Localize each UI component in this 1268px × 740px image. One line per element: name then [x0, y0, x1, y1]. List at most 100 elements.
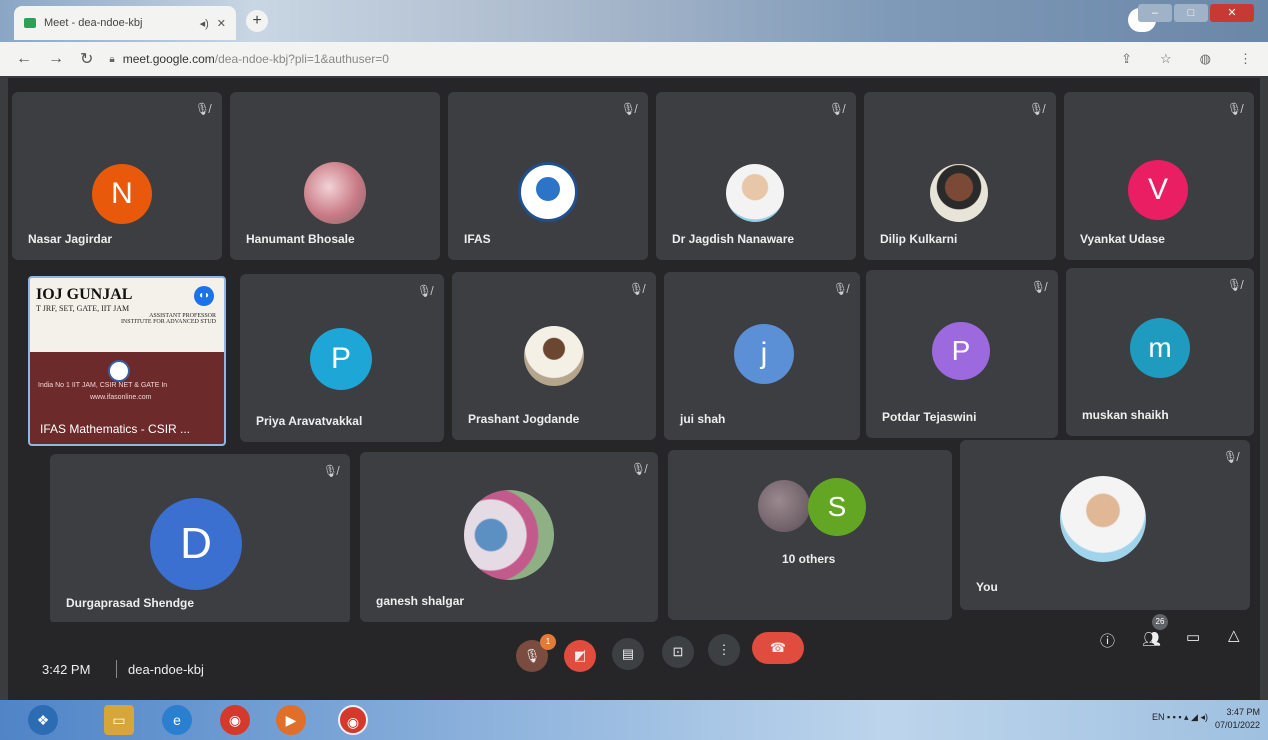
- address-bar: ← → ↻ 🔒︎ meet.google.com/dea-ndoe-kbj?pl…: [0, 42, 1268, 76]
- mic-off-icon: 🎙︎̸: [1030, 280, 1046, 294]
- more-menu-icon[interactable]: ⋮: [1239, 51, 1252, 67]
- participant-tile[interactable]: 🎙︎̸ ganesh shalgar: [360, 452, 658, 622]
- participant-name: Prashant Jogdande: [468, 412, 580, 426]
- ifas-logo-avatar: [518, 162, 578, 222]
- participant-name: Hanumant Bhosale: [246, 232, 355, 246]
- presentation-tile[interactable]: IOJ GUNJAL T JRF, SET, GATE, IIT JAM ASS…: [28, 276, 226, 446]
- avatar: P: [932, 322, 990, 380]
- mic-off-icon: 🎙︎̸: [416, 284, 432, 298]
- participant-tile[interactable]: 🎙︎̸ Dilip Kulkarni: [864, 92, 1056, 260]
- close-window-button[interactable]: ✕: [1210, 4, 1254, 22]
- others-tile[interactable]: S 10 others: [668, 450, 952, 620]
- slide-band: India No 1 IIT JAM, CSIR NET & GATE In w…: [30, 352, 224, 444]
- reload-icon[interactable]: ↻: [80, 49, 93, 69]
- participant-tile[interactable]: 🎙︎̸ j jui shah: [664, 272, 860, 440]
- clock-time: 3:47 PM: [1226, 707, 1260, 717]
- chrome-active-icon[interactable]: ◉: [338, 705, 368, 735]
- participant-tile[interactable]: 🎙︎̸ P Priya Aravatvakkal: [240, 274, 444, 442]
- mic-off-icon: 🎙︎̸: [1028, 102, 1044, 116]
- mic-off-icon: 🎙︎̸: [630, 462, 646, 476]
- avatar: [524, 326, 584, 386]
- participant-tile[interactable]: 🎙︎̸ Dr Jagdish Nanaware: [656, 92, 856, 260]
- presentation-caption: IFAS Mathematics - CSIR ...: [40, 422, 191, 436]
- people-icon[interactable]: 👥︎: [1142, 630, 1161, 648]
- file-explorer-icon[interactable]: ▭: [104, 705, 134, 735]
- bookmark-star-icon[interactable]: ☆: [1160, 51, 1172, 67]
- participant-name: jui shah: [680, 412, 726, 426]
- chrome-icon[interactable]: ◉: [220, 705, 250, 735]
- tab-title: Meet - dea-ndoe-kbj: [44, 17, 143, 29]
- activities-icon[interactable]: △: [1228, 626, 1240, 644]
- captions-button[interactable]: ▤: [612, 638, 644, 670]
- back-arrow-icon[interactable]: ←: [16, 50, 32, 68]
- participant-name: Durgaprasad Shendge: [66, 596, 195, 610]
- meeting-code: dea-ndoe-kbj: [128, 662, 204, 677]
- slide-band-line1: India No 1 IIT JAM, CSIR NET & GATE In: [38, 382, 168, 389]
- avatar: N: [92, 164, 152, 224]
- camera-off-button[interactable]: ◩̸: [564, 640, 596, 672]
- participant-name: Potdar Tejaswini: [882, 410, 977, 424]
- participant-name: IFAS: [464, 232, 491, 246]
- forward-arrow-icon[interactable]: →: [48, 50, 64, 68]
- clock-date: 07/01/2022: [1214, 720, 1260, 730]
- participant-name: muskan shaikh: [1082, 408, 1169, 422]
- minimize-button[interactable]: –: [1138, 4, 1172, 22]
- profile-icon[interactable]: ◍: [1200, 51, 1211, 67]
- avatar: [464, 490, 554, 580]
- participant-tile[interactable]: 🎙︎̸ N Nasar Jagirdar: [12, 92, 222, 260]
- participant-tile[interactable]: 🎙︎̸ V Vyankat Udase: [1064, 92, 1254, 260]
- divider: [116, 660, 117, 678]
- participant-tile[interactable]: 🎙︎̸ Prashant Jogdande: [452, 272, 656, 440]
- participant-tile[interactable]: 🎙︎̸ m muskan shaikh: [1066, 268, 1254, 436]
- start-button[interactable]: ❖: [28, 705, 58, 735]
- avatar: m: [1130, 318, 1190, 378]
- avatar: [930, 164, 988, 222]
- avatar: V: [1128, 160, 1188, 220]
- maximize-button[interactable]: □: [1174, 4, 1208, 22]
- participant-count-badge: 26: [1152, 614, 1168, 630]
- ifas-logo-icon: [108, 360, 130, 382]
- system-clock[interactable]: 3:47 PM 07/01/2022: [1215, 706, 1260, 732]
- windows-taskbar: ❖ ▭ e ◉ ▶ ◉ EN ▪ ▪ ▪ ▴ ◢ ◂) 3:47 PM 07/0…: [0, 700, 1268, 740]
- browser-tab[interactable]: Meet - dea-ndoe-kbj ◂) ✕: [14, 6, 236, 40]
- meeting-grid: 🎙︎̸ N Nasar Jagirdar Hanumant Bhosale 🎙︎…: [8, 78, 1260, 698]
- meeting-time: 3:42 PM: [42, 662, 91, 677]
- self-tile[interactable]: 🎙︎̸ You: [960, 440, 1250, 610]
- participant-tile[interactable]: 🎙︎̸ IFAS: [448, 92, 648, 260]
- screen: Meet - dea-ndoe-kbj ◂) ✕ + ⌄ – □ ✕ ← → ↻…: [0, 0, 1268, 740]
- slide-institute: INSTITUTE FOR ADVANCED STUD: [120, 319, 216, 325]
- participant-tile[interactable]: Hanumant Bhosale: [230, 92, 440, 260]
- language-indicator[interactable]: EN: [1152, 712, 1165, 722]
- others-count-label: 10 others: [782, 552, 836, 566]
- internet-explorer-icon[interactable]: e: [162, 705, 192, 735]
- mic-off-icon: 🎙︎̸: [620, 102, 636, 116]
- more-options-button[interactable]: ⋮: [708, 634, 740, 666]
- avatar: [758, 480, 810, 532]
- window-controls: – □ ✕: [1138, 4, 1254, 22]
- mic-off-icon: 🎙︎̸: [1226, 278, 1242, 292]
- self-label: You: [976, 580, 998, 594]
- participant-name: ganesh shalgar: [376, 594, 465, 608]
- participant-name: Dr Jagdish Nanaware: [672, 232, 795, 246]
- new-tab-button[interactable]: +: [246, 10, 268, 32]
- mic-off-icon: 🎙︎̸: [1222, 450, 1238, 464]
- share-icon[interactable]: ⇪: [1121, 51, 1132, 67]
- media-player-icon[interactable]: ▶: [276, 705, 306, 735]
- avatar: D: [150, 498, 242, 590]
- chat-icon[interactable]: ▭: [1186, 628, 1200, 646]
- participant-tile[interactable]: 🎙︎̸ D Durgaprasad Shendge: [50, 454, 350, 624]
- raised-hands-badge: 1: [540, 634, 556, 650]
- present-screen-button[interactable]: ⊡: [662, 636, 694, 668]
- leave-call-button[interactable]: ☎: [752, 632, 804, 664]
- close-tab-icon[interactable]: ✕: [217, 17, 226, 30]
- participant-name: Nasar Jagirdar: [28, 232, 113, 246]
- url-field[interactable]: 🔒︎ meet.google.com/dea-ndoe-kbj?pli=1&au…: [109, 52, 1093, 66]
- browser-tab-strip: Meet - dea-ndoe-kbj ◂) ✕ + ⌄ – □ ✕: [0, 0, 1268, 42]
- avatar: S: [808, 478, 866, 536]
- avatar: P: [310, 328, 372, 390]
- url-host: meet.google.com: [122, 52, 215, 66]
- participant-tile[interactable]: 🎙︎̸ P Potdar Tejaswini: [866, 270, 1058, 438]
- mic-off-icon: 🎙︎̸: [194, 102, 210, 116]
- meeting-info-icon[interactable]: ⓘ: [1100, 630, 1115, 651]
- meeting-controls-bar: 3:42 PM dea-ndoe-kbj 🎙︎ 1 ◩̸ ▤ ⊡ ⋮ ☎ ⓘ 👥…: [8, 614, 1260, 700]
